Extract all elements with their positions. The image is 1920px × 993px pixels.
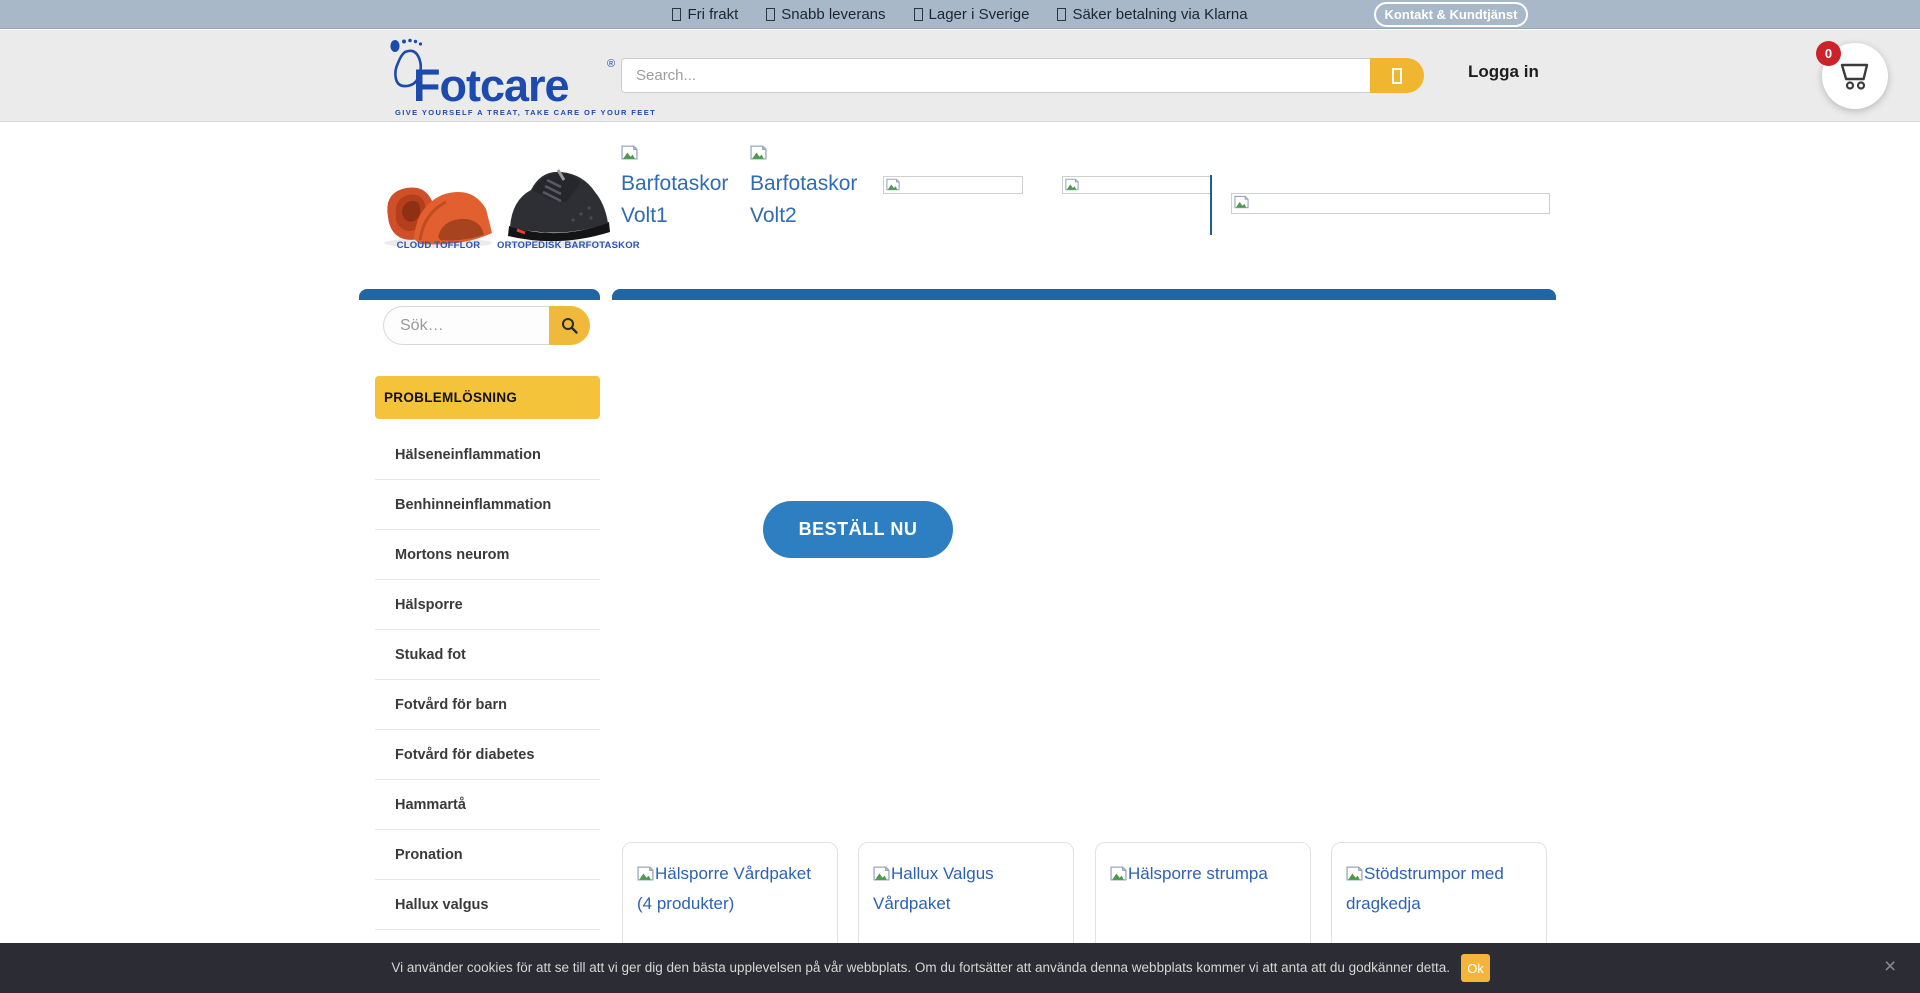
broken-image-icon	[750, 145, 767, 160]
nav-broken-link-volt1[interactable]: Barfotaskor Volt1	[621, 136, 739, 232]
shipping-icon	[672, 8, 681, 21]
login-link[interactable]: Logga in	[1468, 62, 1539, 82]
sidebar-top-bar	[359, 289, 600, 300]
header-search-button[interactable]	[1370, 58, 1424, 93]
header-search-form	[621, 58, 1424, 93]
search-glyph-icon	[1392, 68, 1402, 84]
delivery-icon	[766, 8, 775, 21]
broken-link-alt-text: Barfotaskor Volt1	[621, 172, 728, 227]
logo[interactable]: Fotcare ® GIVE YOURSELF A TREAT, TAKE CA…	[389, 36, 629, 116]
barefoot-shoe-image[interactable]	[503, 150, 615, 250]
sidebar-item-hammarta[interactable]: Hammartå	[375, 780, 600, 830]
sidebar-search-input[interactable]	[383, 306, 549, 345]
broken-image-icon	[886, 178, 900, 191]
cart-icon	[1838, 61, 1872, 91]
usp-stock-sweden: Lager i Sverige	[914, 6, 1030, 23]
broken-image-icon	[621, 145, 638, 160]
broken-image-icon	[1346, 866, 1363, 881]
product-alt-text: Hallux Valgus Vårdpaket	[873, 864, 994, 913]
registered-mark: ®	[607, 58, 615, 70]
usp-label: Lager i Sverige	[929, 6, 1030, 23]
nav-caption-cloud-tofflor[interactable]: CLOUD TOFFLOR	[380, 240, 497, 251]
sidebar-item-benhinneinflammation[interactable]: Benhinneinflammation	[375, 480, 600, 530]
broken-image-icon	[873, 866, 890, 881]
nav-caption-ortopedisk-barfotaskor[interactable]: ORTOPEDISK BARFOTASKOR	[497, 240, 621, 251]
cart: 0	[1822, 43, 1888, 109]
header: Fotcare ® GIVE YOURSELF A TREAT, TAKE CA…	[0, 30, 1920, 122]
usp-label: Säker betalning via Klarna	[1072, 6, 1247, 23]
sidebar-item-stukad-fot[interactable]: Stukad fot	[375, 630, 600, 680]
sidebar-menu: Hälseneinflammation Benhinneinflammation…	[375, 430, 600, 930]
sidebar-item-pronation[interactable]: Pronation	[375, 830, 600, 880]
sidebar: PROBLEMLÖSNING Hälseneinflammation Benhi…	[359, 289, 600, 300]
category-navstrip: CLOUD TOFFLOR ORTOPEDISK BARFOTASKOR Bar…	[0, 123, 1920, 283]
stock-icon	[914, 8, 923, 21]
sidebar-item-mortons-neurom[interactable]: Mortons neurom	[375, 530, 600, 580]
usp-fast-delivery: Snabb leverans	[766, 6, 885, 23]
usp-secure-payment: Säker betalning via Klarna	[1057, 6, 1247, 23]
order-now-button[interactable]: BESTÄLL NU	[763, 501, 953, 558]
cookie-message: Vi använder cookies för att se till att …	[0, 960, 1450, 975]
sidebar-search-button[interactable]	[549, 306, 590, 345]
nav-broken-image-box[interactable]	[1062, 176, 1211, 194]
broken-image-icon	[637, 866, 654, 881]
main-top-bar	[612, 289, 1556, 300]
nav-broken-link-volt2[interactable]: Barfotaskor Volt2	[750, 136, 868, 232]
nav-broken-image-box[interactable]	[1231, 193, 1550, 214]
topbar-usp-list: Fri frakt Snabb leverans Lager i Sverige…	[0, 0, 1920, 29]
product-alt-text: Hälsporre Vårdpaket (4 produkter)	[637, 864, 811, 913]
logo-tagline: GIVE YOURSELF A TREAT, TAKE CARE OF YOUR…	[395, 108, 625, 117]
sidebar-item-halseneinflammation[interactable]: Hälseneinflammation	[375, 430, 600, 480]
usp-label: Snabb leverans	[781, 6, 885, 23]
sidebar-category-header[interactable]: PROBLEMLÖSNING	[375, 376, 600, 419]
usp-label: Fri frakt	[687, 6, 738, 23]
logo-wordmark: Fotcare	[413, 60, 569, 112]
topbar: Fri frakt Snabb leverans Lager i Sverige…	[0, 0, 1920, 29]
contact-support-button[interactable]: Kontakt & Kundtjänst	[1374, 2, 1528, 27]
nav-divider-line	[1210, 175, 1212, 235]
broken-image-icon	[1065, 178, 1079, 191]
magnifier-icon	[561, 317, 578, 334]
cart-count-badge: 0	[1816, 41, 1841, 66]
usp-free-shipping: Fri frakt	[672, 6, 738, 23]
sidebar-item-halsporre[interactable]: Hälsporre	[375, 580, 600, 630]
close-icon[interactable]: ×	[1884, 955, 1896, 979]
secure-payment-icon	[1057, 8, 1066, 21]
broken-image-icon	[1110, 866, 1127, 881]
cookie-consent-bar: Vi använder cookies för att se till att …	[0, 943, 1920, 993]
fotcare-storefront-page: Fri frakt Snabb leverans Lager i Sverige…	[0, 0, 1920, 993]
broken-image-icon	[1234, 195, 1249, 209]
main-content: BESTÄLL NU Hälsporre Vårdpaket (4 produk…	[612, 289, 1556, 993]
cookie-accept-button[interactable]: Ok	[1461, 954, 1490, 982]
product-alt-text: Hälsporre strumpa	[1128, 864, 1268, 883]
product-alt-text: Stödstrumpor med dragkedja	[1346, 864, 1504, 913]
sidebar-item-fotvard-for-diabetes[interactable]: Fotvård för diabetes	[375, 730, 600, 780]
header-search-input[interactable]	[621, 58, 1370, 93]
sidebar-item-fotvard-for-barn[interactable]: Fotvård för barn	[375, 680, 600, 730]
sidebar-item-hallux-valgus[interactable]: Hallux valgus	[375, 880, 600, 930]
sidebar-search-form	[383, 306, 590, 345]
broken-link-alt-text: Barfotaskor Volt2	[750, 172, 857, 227]
nav-broken-image-box[interactable]	[883, 176, 1023, 194]
cloud-slippers-image[interactable]	[380, 147, 497, 249]
